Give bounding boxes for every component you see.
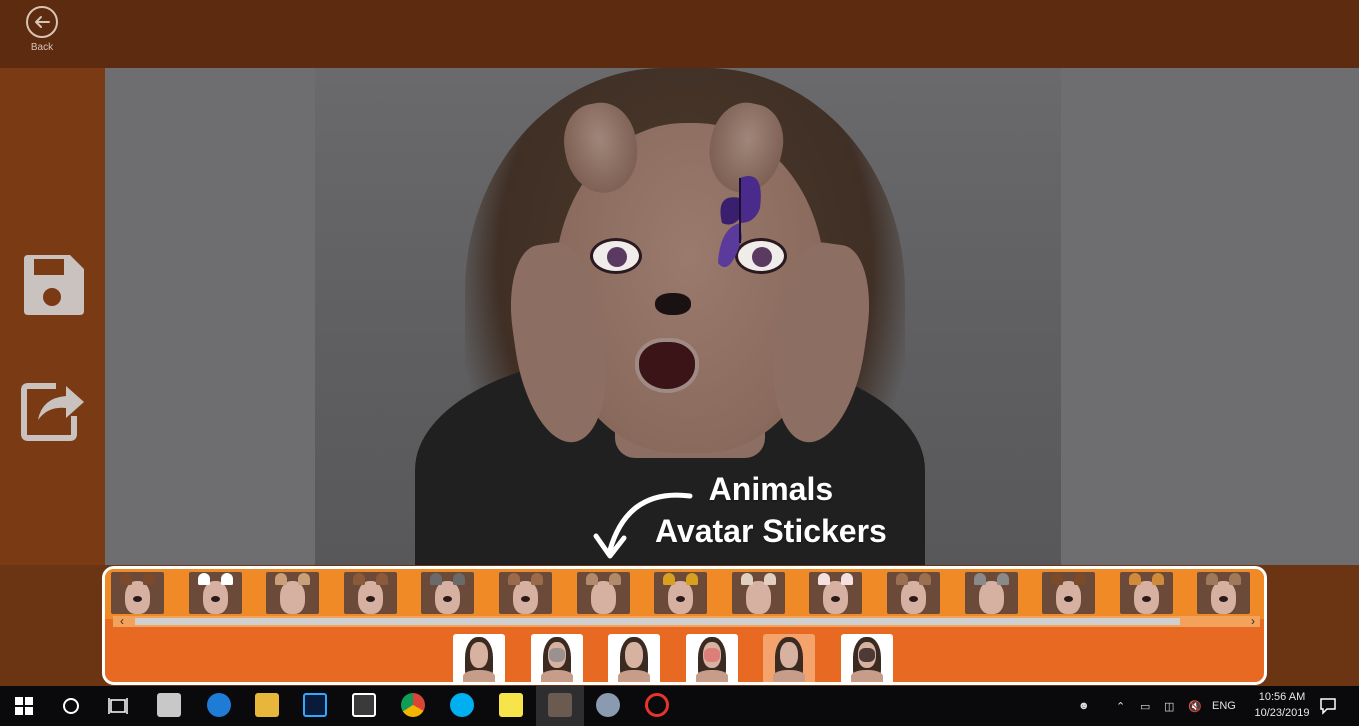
sticker-panel: ‹ › [102, 566, 1267, 685]
dog-nose-sticker[interactable] [655, 293, 691, 315]
photoshop-icon[interactable] [303, 693, 327, 717]
skype-icon[interactable] [450, 693, 474, 717]
callout-arrow-icon [593, 492, 693, 559]
sticker-11[interactable] [887, 572, 940, 614]
sticker-4[interactable] [343, 572, 397, 614]
scroll-left-icon[interactable]: ‹ [115, 614, 129, 628]
task-view-icon[interactable] [106, 694, 130, 718]
sticker-scrollbar[interactable]: ‹ › [113, 614, 1260, 628]
back-button[interactable]: Back [22, 6, 62, 58]
cortana-icon[interactable] [59, 694, 83, 718]
edge-icon[interactable] [207, 693, 231, 717]
chevron-up-icon[interactable]: ⌃ [1116, 686, 1125, 726]
photo-mouth [635, 338, 699, 393]
category-3[interactable] [608, 634, 660, 682]
save-icon [24, 255, 84, 315]
paint-icon[interactable] [596, 693, 620, 717]
sticker-7[interactable] [576, 572, 630, 614]
sidebar [0, 68, 105, 628]
volume-mute-icon[interactable]: 🔇 [1188, 686, 1202, 726]
scroll-right-icon[interactable]: › [1246, 614, 1260, 628]
language-indicator[interactable]: ENG [1212, 686, 1236, 726]
save-button[interactable] [20, 253, 86, 319]
sticker-13[interactable] [1042, 572, 1096, 614]
battery-icon[interactable]: ▭ [1140, 686, 1150, 726]
mail-icon[interactable] [157, 693, 181, 717]
clock-date: 10/23/2019 [1254, 707, 1310, 719]
notification-icon[interactable] [1316, 694, 1340, 718]
share-icon [21, 383, 84, 441]
sticker-10[interactable] [809, 572, 863, 614]
windows-taskbar: ☻ ⌃ ▭ ◫ 🔇 ENG 10:56 AM 10/23/2019 [0, 686, 1359, 726]
sticker-strip [105, 569, 1264, 619]
file-explorer-icon[interactable] [255, 693, 279, 717]
sticker-6[interactable] [499, 572, 552, 614]
people-icon[interactable]: ☻ [1078, 686, 1090, 726]
app-icon[interactable] [645, 693, 669, 717]
back-label: Back [30, 42, 54, 53]
sticker-1[interactable] [111, 572, 164, 614]
clock-time: 10:56 AM [1258, 691, 1306, 703]
category-5[interactable] [763, 634, 815, 682]
top-bar: Back [0, 0, 1359, 68]
sticker-8[interactable] [654, 572, 708, 614]
windows-start-icon[interactable] [12, 694, 36, 718]
sticker-5[interactable] [421, 572, 475, 614]
network-icon[interactable]: ◫ [1164, 686, 1174, 726]
sticker-3[interactable] [266, 572, 320, 614]
sticker-15[interactable] [1197, 572, 1251, 614]
store-icon[interactable] [352, 693, 376, 717]
photo-app-icon[interactable] [548, 693, 572, 717]
sticker-12[interactable] [964, 572, 1018, 614]
category-1[interactable] [453, 634, 505, 682]
photo-left-eye [590, 238, 642, 274]
clock[interactable]: 10:56 AM 10/23/2019 [1247, 689, 1317, 721]
app-window: Back Animals Avatar Stickers ‹ › ☻ ⌃ ▭ ◫… [0, 0, 1359, 726]
back-arrow-icon [26, 6, 58, 38]
share-button[interactable] [20, 376, 86, 442]
category-row [105, 631, 1264, 682]
scroll-thumb[interactable] [135, 618, 1180, 625]
category-2[interactable] [530, 634, 583, 682]
chrome-icon[interactable] [401, 693, 425, 717]
sticker-14[interactable] [1119, 572, 1173, 614]
butterfly-sticker[interactable] [710, 168, 770, 278]
category-4[interactable] [685, 634, 738, 682]
sticker-2[interactable] [188, 572, 242, 614]
sticky-notes-icon[interactable] [499, 693, 523, 717]
category-6[interactable] [840, 634, 893, 682]
sticker-9[interactable] [731, 572, 785, 614]
